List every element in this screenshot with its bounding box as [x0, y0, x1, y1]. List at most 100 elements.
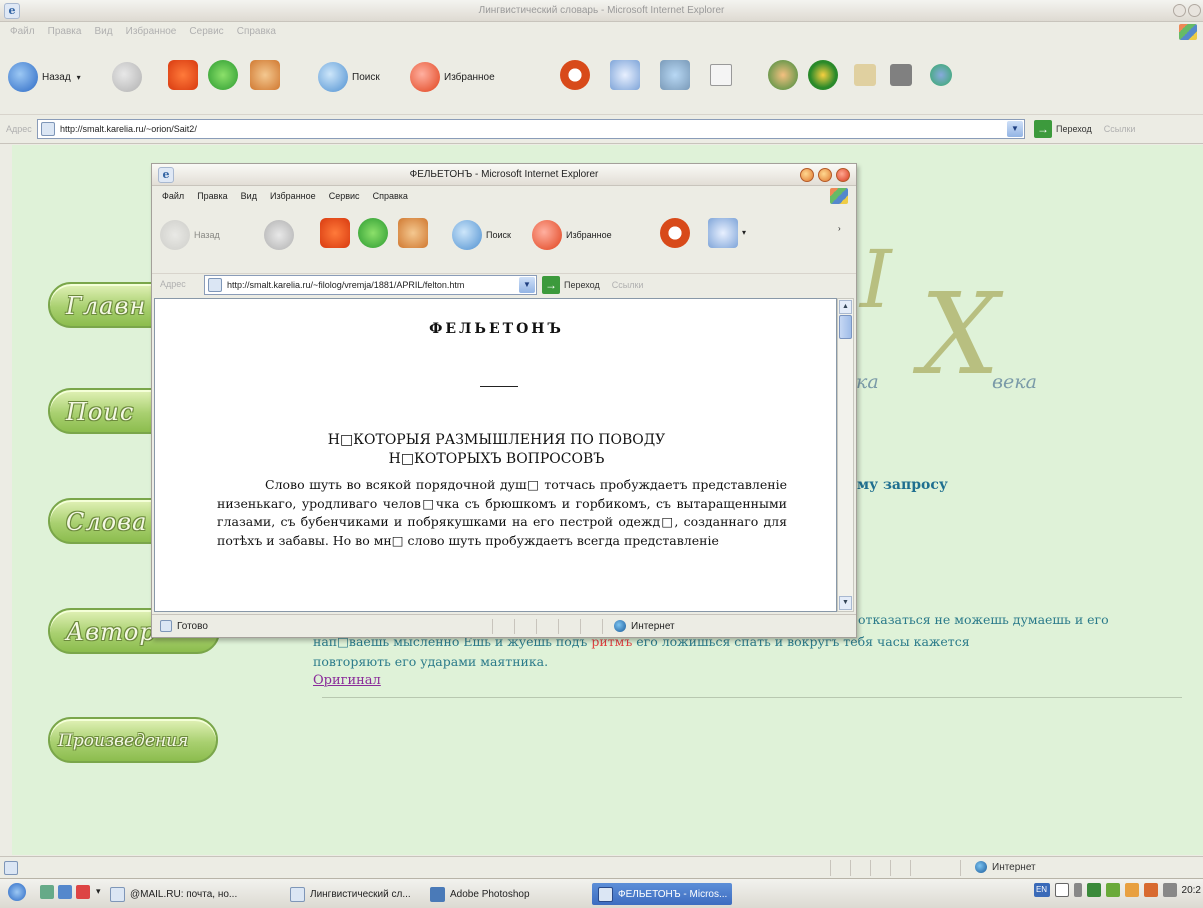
home-icon[interactable] — [398, 218, 428, 248]
menu-help[interactable]: Справка — [237, 26, 276, 37]
menu-edit[interactable]: Правка — [48, 26, 82, 37]
bg-minimize-button[interactable] — [1173, 4, 1186, 17]
minimize-button[interactable] — [800, 168, 814, 182]
address-label: Адрес — [160, 279, 186, 289]
quicklaunch-icon[interactable] — [76, 885, 90, 899]
refresh-icon[interactable] — [208, 60, 238, 90]
original-link[interactable]: Оригинал — [313, 673, 381, 688]
search-icon — [452, 220, 482, 250]
messenger-icon[interactable] — [768, 60, 798, 90]
menu-edit[interactable]: Правка — [197, 191, 227, 201]
address-label: Адрес — [6, 124, 32, 134]
popup-toolbar: Назад Поиск Избранное ▾ › — [152, 206, 856, 270]
history-icon[interactable] — [560, 60, 590, 90]
bg-menu-bar: Файл Правка Вид Избранное Сервис Справка — [0, 22, 1203, 42]
close-button[interactable] — [836, 168, 850, 182]
scroll-down-icon[interactable]: ▼ — [839, 596, 852, 610]
tray-icon[interactable] — [1073, 883, 1082, 897]
forward-arrow-icon[interactable] — [112, 62, 142, 92]
zone-label: Интернет — [631, 620, 675, 632]
vertical-scrollbar[interactable]: ▲ ▼ — [837, 298, 854, 612]
deco-veka: века — [992, 371, 1037, 393]
menu-file[interactable]: Файл — [10, 26, 35, 37]
page-icon — [160, 620, 172, 632]
tray-icon[interactable] — [1162, 883, 1177, 897]
chevron-down-icon[interactable]: ▾ — [77, 73, 81, 82]
chevron-down-icon[interactable]: ▾ — [742, 228, 746, 237]
document-subtitle-line-2: Н□КОТОРЫХЪ ВОПРОСОВЪ — [388, 451, 605, 467]
taskbar-item-mailru[interactable]: @MAIL.RU: почта, но... — [110, 883, 260, 905]
mail-icon[interactable] — [708, 218, 738, 248]
tray-icon[interactable] — [1124, 883, 1139, 897]
bg-maximize-button[interactable] — [1188, 4, 1201, 17]
menu-file[interactable]: Файл — [162, 191, 184, 201]
calc-icon[interactable] — [890, 64, 912, 86]
bg-search-button[interactable]: Поиск — [318, 62, 380, 92]
popup-address-bar: Адрес http://smalt.karelia.ru/~filolog/v… — [152, 273, 856, 297]
home-icon[interactable] — [250, 60, 280, 90]
bg-favorites-button[interactable]: Избранное — [410, 62, 495, 92]
taskbar-item-feuilleton[interactable]: ФЕЛЬЕТОНЪ - Micros... — [592, 883, 732, 905]
forward-arrow-icon[interactable] — [264, 220, 294, 250]
toolbar-overflow-icon[interactable]: › — [838, 224, 841, 233]
mail-icon[interactable] — [610, 60, 640, 90]
maximize-button[interactable] — [818, 168, 832, 182]
quicklaunch-icon[interactable] — [40, 885, 54, 899]
taskbar-label: Лингвистический сл... — [310, 888, 410, 900]
tool-icon[interactable] — [854, 64, 876, 86]
tray-icon[interactable] — [1086, 883, 1101, 897]
menu-tools[interactable]: Сервис — [329, 191, 360, 201]
menu-tools[interactable]: Сервис — [189, 26, 223, 37]
go-button[interactable]: → Переход Ссылки — [542, 276, 643, 294]
chevron-down-icon[interactable]: ▼ — [1007, 121, 1023, 137]
menu-favorites[interactable]: Избранное — [126, 26, 177, 37]
popup-status-bar: Готово Интернет — [152, 614, 856, 637]
stop-icon[interactable] — [168, 60, 198, 90]
history-icon[interactable] — [660, 218, 690, 248]
help-icon[interactable] — [1054, 883, 1069, 897]
address-input[interactable]: http://smalt.karelia.ru/~filolog/vremja/… — [204, 275, 537, 295]
popup-title-bar: e ФЕЛЬЕТОНЪ - Microsoft Internet Explore… — [152, 164, 856, 186]
bg-back-button[interactable]: Назад ▾ — [8, 62, 81, 92]
print-icon[interactable] — [660, 60, 690, 90]
network-icon[interactable] — [930, 64, 952, 86]
taskbar-item-photoshop[interactable]: Adobe Photoshop — [430, 883, 570, 905]
menu-favorites[interactable]: Избранное — [270, 191, 316, 201]
scroll-up-icon[interactable]: ▲ — [839, 300, 852, 314]
quicklaunch-icon[interactable] — [58, 885, 72, 899]
flower-icon[interactable] — [808, 60, 838, 90]
nav-label: Поис — [66, 398, 135, 426]
ie-icon — [110, 886, 125, 902]
language-indicator[interactable]: EN — [1033, 883, 1050, 897]
document-paragraph: Слово шуть во всякой порядочной душ□ тот… — [217, 477, 787, 548]
favorites-button[interactable]: Избранное — [532, 220, 612, 250]
deco-ka: ка — [856, 371, 879, 393]
taskbar-item-dictionary[interactable]: Лингвистический сл... — [290, 883, 410, 905]
go-label: Переход — [564, 280, 600, 290]
edit-icon[interactable] — [710, 64, 732, 86]
chevron-down-icon[interactable]: ▼ — [519, 277, 535, 293]
clock[interactable]: 20:2 — [1182, 885, 1203, 896]
tray-icon[interactable] — [1105, 883, 1120, 897]
links-label[interactable]: Ссылки — [1104, 124, 1136, 134]
menu-view[interactable]: Вид — [95, 26, 113, 37]
go-arrow-icon: → — [1034, 120, 1052, 138]
links-label[interactable]: Ссылки — [612, 280, 644, 290]
search-button[interactable]: Поиск — [452, 220, 511, 250]
bg-address-input[interactable]: http://smalt.karelia.ru/~orion/Sait2/ ▼ — [37, 119, 1025, 139]
taskbar-label: ФЕЛЬЕТОНЪ - Micros... — [618, 888, 728, 900]
refresh-icon[interactable] — [358, 218, 388, 248]
stop-icon[interactable] — [320, 218, 350, 248]
bg-window-title: Лингвистический словарь - Microsoft Inte… — [478, 5, 725, 16]
chevron-down-icon[interactable]: ▾ — [96, 886, 101, 897]
menu-view[interactable]: Вид — [241, 191, 257, 201]
nav-button-works[interactable]: Произведения — [48, 717, 218, 763]
search-icon — [318, 62, 348, 92]
bg-go-button[interactable]: → Переход Ссылки — [1034, 120, 1135, 138]
back-button[interactable]: Назад — [160, 220, 220, 250]
scroll-thumb[interactable] — [839, 315, 852, 339]
menu-help[interactable]: Справка — [373, 191, 408, 201]
tray-icon[interactable] — [1143, 883, 1158, 897]
taskbar-label: @MAIL.RU: почта, но... — [130, 888, 238, 900]
ie-quicklaunch-icon[interactable] — [8, 883, 26, 901]
